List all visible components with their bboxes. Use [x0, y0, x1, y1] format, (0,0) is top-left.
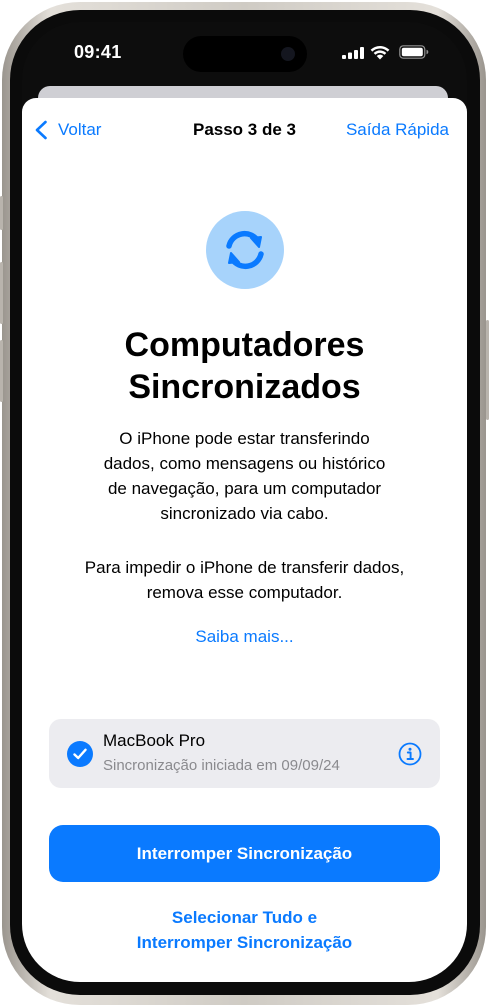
- page-title-line: Computadores: [124, 326, 365, 364]
- device-checkbox[interactable]: [67, 741, 93, 767]
- stop-sync-button[interactable]: Interromper Sincronização: [49, 825, 440, 882]
- action-button: [0, 196, 3, 230]
- description-line: de navegação, para um computador: [107, 479, 382, 498]
- page-title: Computadores Sincronizados: [22, 324, 467, 408]
- button-label-line: Interromper Sincronização: [136, 933, 353, 952]
- quick-exit-button[interactable]: Saída Rápida: [346, 120, 449, 140]
- dynamic-island: [183, 36, 307, 72]
- page-title-line: Sincronizados: [128, 368, 361, 406]
- device-sync-date: Sincronização iniciada em 09/09/24: [103, 757, 340, 774]
- sync-icon: [206, 211, 284, 289]
- wifi-icon: [370, 45, 390, 60]
- button-label-line: Selecionar Tudo e: [171, 908, 318, 927]
- device-row[interactable]: MacBook Pro Sincronização iniciada em 09…: [49, 719, 440, 788]
- select-all-stop-sync-button[interactable]: Selecionar Tudo e Interromper Sincroniza…: [22, 905, 467, 955]
- volume-down-button: [0, 340, 3, 402]
- volume-up-button: [0, 262, 3, 324]
- device-name: MacBook Pro: [103, 731, 206, 750]
- instruction-line: Para impedir o iPhone de transferir dado…: [84, 558, 405, 577]
- status-bar: 09:41: [22, 22, 467, 84]
- sync-arrows-icon: [226, 230, 264, 270]
- info-icon[interactable]: [398, 742, 422, 766]
- status-time: 09:41: [74, 42, 122, 62]
- learn-more-link[interactable]: Saiba mais...: [22, 627, 467, 647]
- instruction-line: remova esse computador.: [146, 583, 343, 602]
- battery-icon: [399, 45, 429, 59]
- instruction-text: Para impedir o iPhone de transferir dado…: [52, 555, 437, 605]
- safety-check-sheet: Voltar Passo 3 de 3 Saída Rápida Computa…: [22, 98, 467, 982]
- description-text: O iPhone pode estar transferindo dados, …: [52, 426, 437, 526]
- phone-screen: 09:41 Voltar Passo 3 de 3 Saída Rápida C…: [22, 22, 467, 982]
- front-camera: [281, 47, 295, 61]
- description-line: sincronizado via cabo.: [160, 504, 329, 523]
- navigation-bar: Voltar Passo 3 de 3 Saída Rápida: [22, 98, 467, 158]
- description-line: O iPhone pode estar transferindo: [119, 429, 370, 448]
- checkmark-icon: [73, 748, 87, 760]
- cellular-signal-icon: [342, 47, 364, 59]
- description-line: dados, como mensagens ou histórico: [103, 454, 386, 473]
